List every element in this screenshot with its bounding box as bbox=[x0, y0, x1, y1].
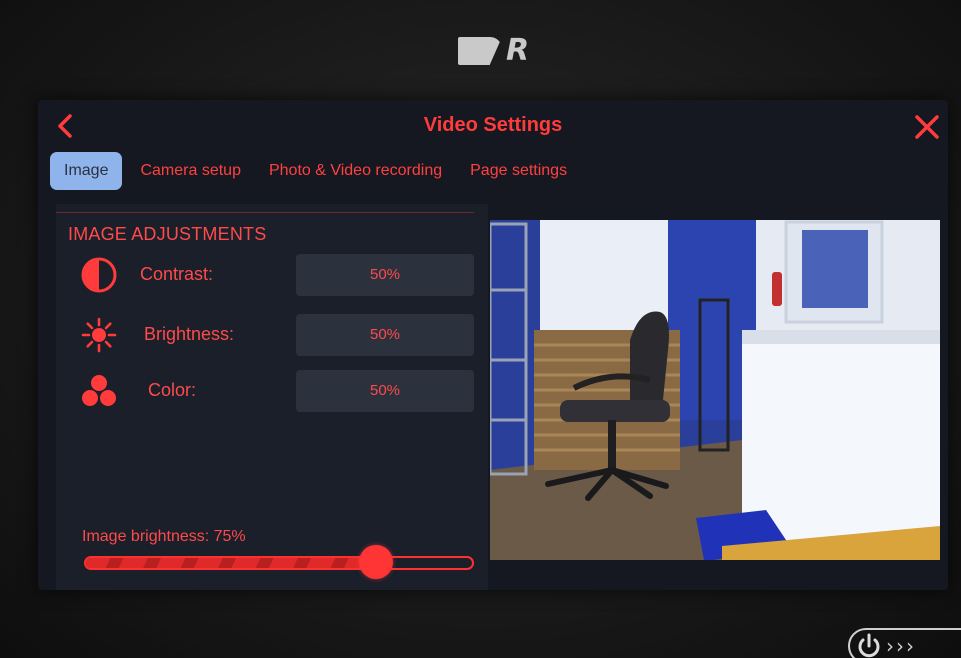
page-title: Video Settings bbox=[423, 114, 563, 136]
image-brightness-label: Image brightness: 75% bbox=[82, 528, 246, 545]
power-control[interactable]: › › › bbox=[848, 628, 961, 658]
contrast-value[interactable]: 50% bbox=[296, 254, 474, 296]
camera-feed-image bbox=[490, 220, 940, 560]
panel-divider bbox=[56, 212, 474, 213]
brightness-value[interactable]: 50% bbox=[296, 314, 474, 356]
close-icon bbox=[915, 115, 939, 139]
brand-logo: R bbox=[458, 34, 542, 68]
color-value[interactable]: 50% bbox=[296, 370, 474, 412]
device-photo: R Video Settings Image Camera setup Phot… bbox=[0, 0, 961, 658]
logo-letter: R bbox=[506, 33, 530, 68]
chevron-right-icon: › bbox=[886, 634, 894, 658]
image-adjustments-panel: IMAGE ADJUSTMENTS Contrast: 50% Brightne… bbox=[56, 204, 488, 590]
sun-icon bbox=[81, 317, 117, 353]
slider-handle[interactable] bbox=[358, 545, 393, 579]
section-title: IMAGE ADJUSTMENTS bbox=[68, 224, 267, 244]
tab-photo-video-recording[interactable]: Photo & Video recording bbox=[255, 152, 456, 190]
contrast-icon bbox=[81, 257, 117, 293]
brightness-label: Brightness: bbox=[144, 324, 235, 344]
chevron-right-icon: › bbox=[906, 634, 914, 658]
color-label: Color: bbox=[148, 380, 197, 400]
image-brightness-slider[interactable] bbox=[84, 545, 474, 579]
logo-mark bbox=[458, 37, 502, 65]
power-icon bbox=[858, 633, 880, 658]
tab-page-settings[interactable]: Page settings bbox=[456, 152, 581, 190]
slider-fill bbox=[86, 558, 376, 568]
display-screen: Video Settings Image Camera setup Photo … bbox=[38, 100, 948, 590]
color-row: Color: 50% bbox=[80, 370, 480, 412]
close-button[interactable] bbox=[912, 112, 942, 142]
camera-preview bbox=[490, 220, 940, 560]
tab-image[interactable]: Image bbox=[50, 152, 123, 190]
brightness-row: Brightness: 50% bbox=[80, 314, 480, 356]
chevron-right-icon: › bbox=[896, 634, 904, 658]
contrast-label: Contrast: bbox=[140, 264, 214, 284]
title-bar: Video Settings bbox=[38, 100, 948, 152]
tab-camera-setup[interactable]: Camera setup bbox=[126, 152, 255, 190]
tab-bar: Image Camera setup Photo & Video recordi… bbox=[50, 150, 581, 192]
color-dots-icon bbox=[82, 375, 116, 406]
contrast-row: Contrast: 50% bbox=[80, 254, 480, 296]
